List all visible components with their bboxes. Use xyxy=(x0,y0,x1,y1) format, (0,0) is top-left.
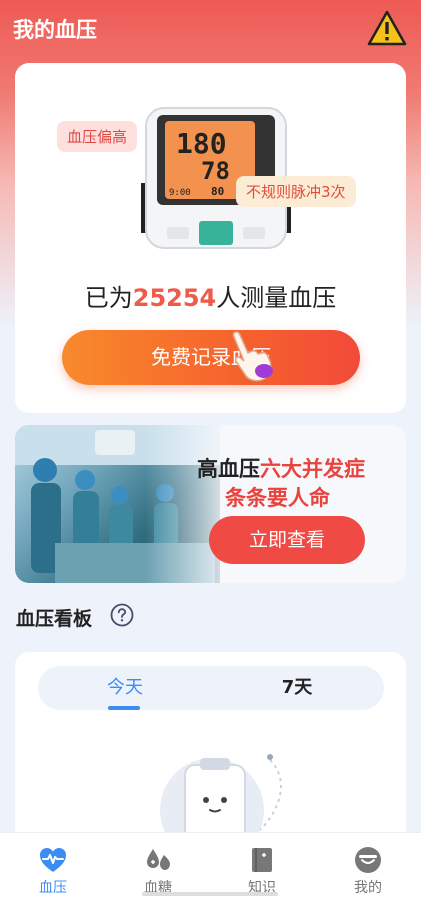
board-title: 血压看板 xyxy=(16,608,93,630)
tag-irregular-pulse: 不规则脉冲3次 xyxy=(236,176,356,207)
nav-knowledge[interactable]: 知识 xyxy=(232,833,292,901)
banner-headline: 高血压六大并发症 xyxy=(197,453,365,483)
banner-headline-a: 高血压 xyxy=(197,457,260,481)
page-title: 我的血压 xyxy=(13,18,97,42)
banner-headline-b: 六大并发症 xyxy=(260,457,365,481)
free-record-button[interactable]: 免费记录血压 xyxy=(62,330,360,385)
lcd-pulse: 80 xyxy=(211,185,224,198)
heart-pulse-icon xyxy=(40,848,66,872)
count-prefix: 已为 xyxy=(84,284,133,312)
book-icon xyxy=(252,848,272,872)
pointing-hand-icon xyxy=(232,331,273,382)
banner-subheadline: 条条要人命 xyxy=(225,486,330,510)
tab-today[interactable]: 今天 xyxy=(88,666,162,710)
tag-high-blood-pressure: 血压偏高 xyxy=(57,121,138,152)
drops-icon xyxy=(147,849,170,870)
count-value: 25254 xyxy=(132,284,217,312)
nav-blood-sugar[interactable]: 血糖 xyxy=(128,833,188,901)
tab-7-days[interactable]: 7天 xyxy=(260,666,334,710)
profile-icon xyxy=(355,847,381,873)
lcd-diastolic: 78 xyxy=(201,157,230,185)
help-icon[interactable] xyxy=(110,603,134,627)
complications-banner[interactable]: 高血压六大并发症 条条要人命 立即查看 xyxy=(15,425,406,583)
nav-mine[interactable]: 我的 xyxy=(338,833,398,901)
bottom-tab-bar: 血压 血糖 知识 我的 xyxy=(0,832,421,901)
measure-card: 180 78 80 9:00 血压偏高 不规则脉冲3次 已为25254人测量血压… xyxy=(15,63,406,413)
nav-label: 我的 xyxy=(354,880,382,896)
count-suffix: 人测量血压 xyxy=(216,284,337,312)
board-tabs: 今天 7天 xyxy=(38,666,384,710)
warning-icon[interactable] xyxy=(367,10,407,46)
view-now-button[interactable]: 立即查看 xyxy=(209,516,365,564)
active-tab-indicator xyxy=(108,706,140,710)
nav-blood-pressure[interactable]: 血压 xyxy=(23,833,83,901)
lcd-time: 9:00 xyxy=(169,188,191,198)
home-indicator xyxy=(142,892,278,896)
lcd-systolic: 180 xyxy=(176,127,227,160)
board-card: 今天 7天 xyxy=(15,652,406,860)
measure-count: 已为25254人测量血压 xyxy=(15,278,406,313)
nav-label: 血压 xyxy=(39,880,67,896)
